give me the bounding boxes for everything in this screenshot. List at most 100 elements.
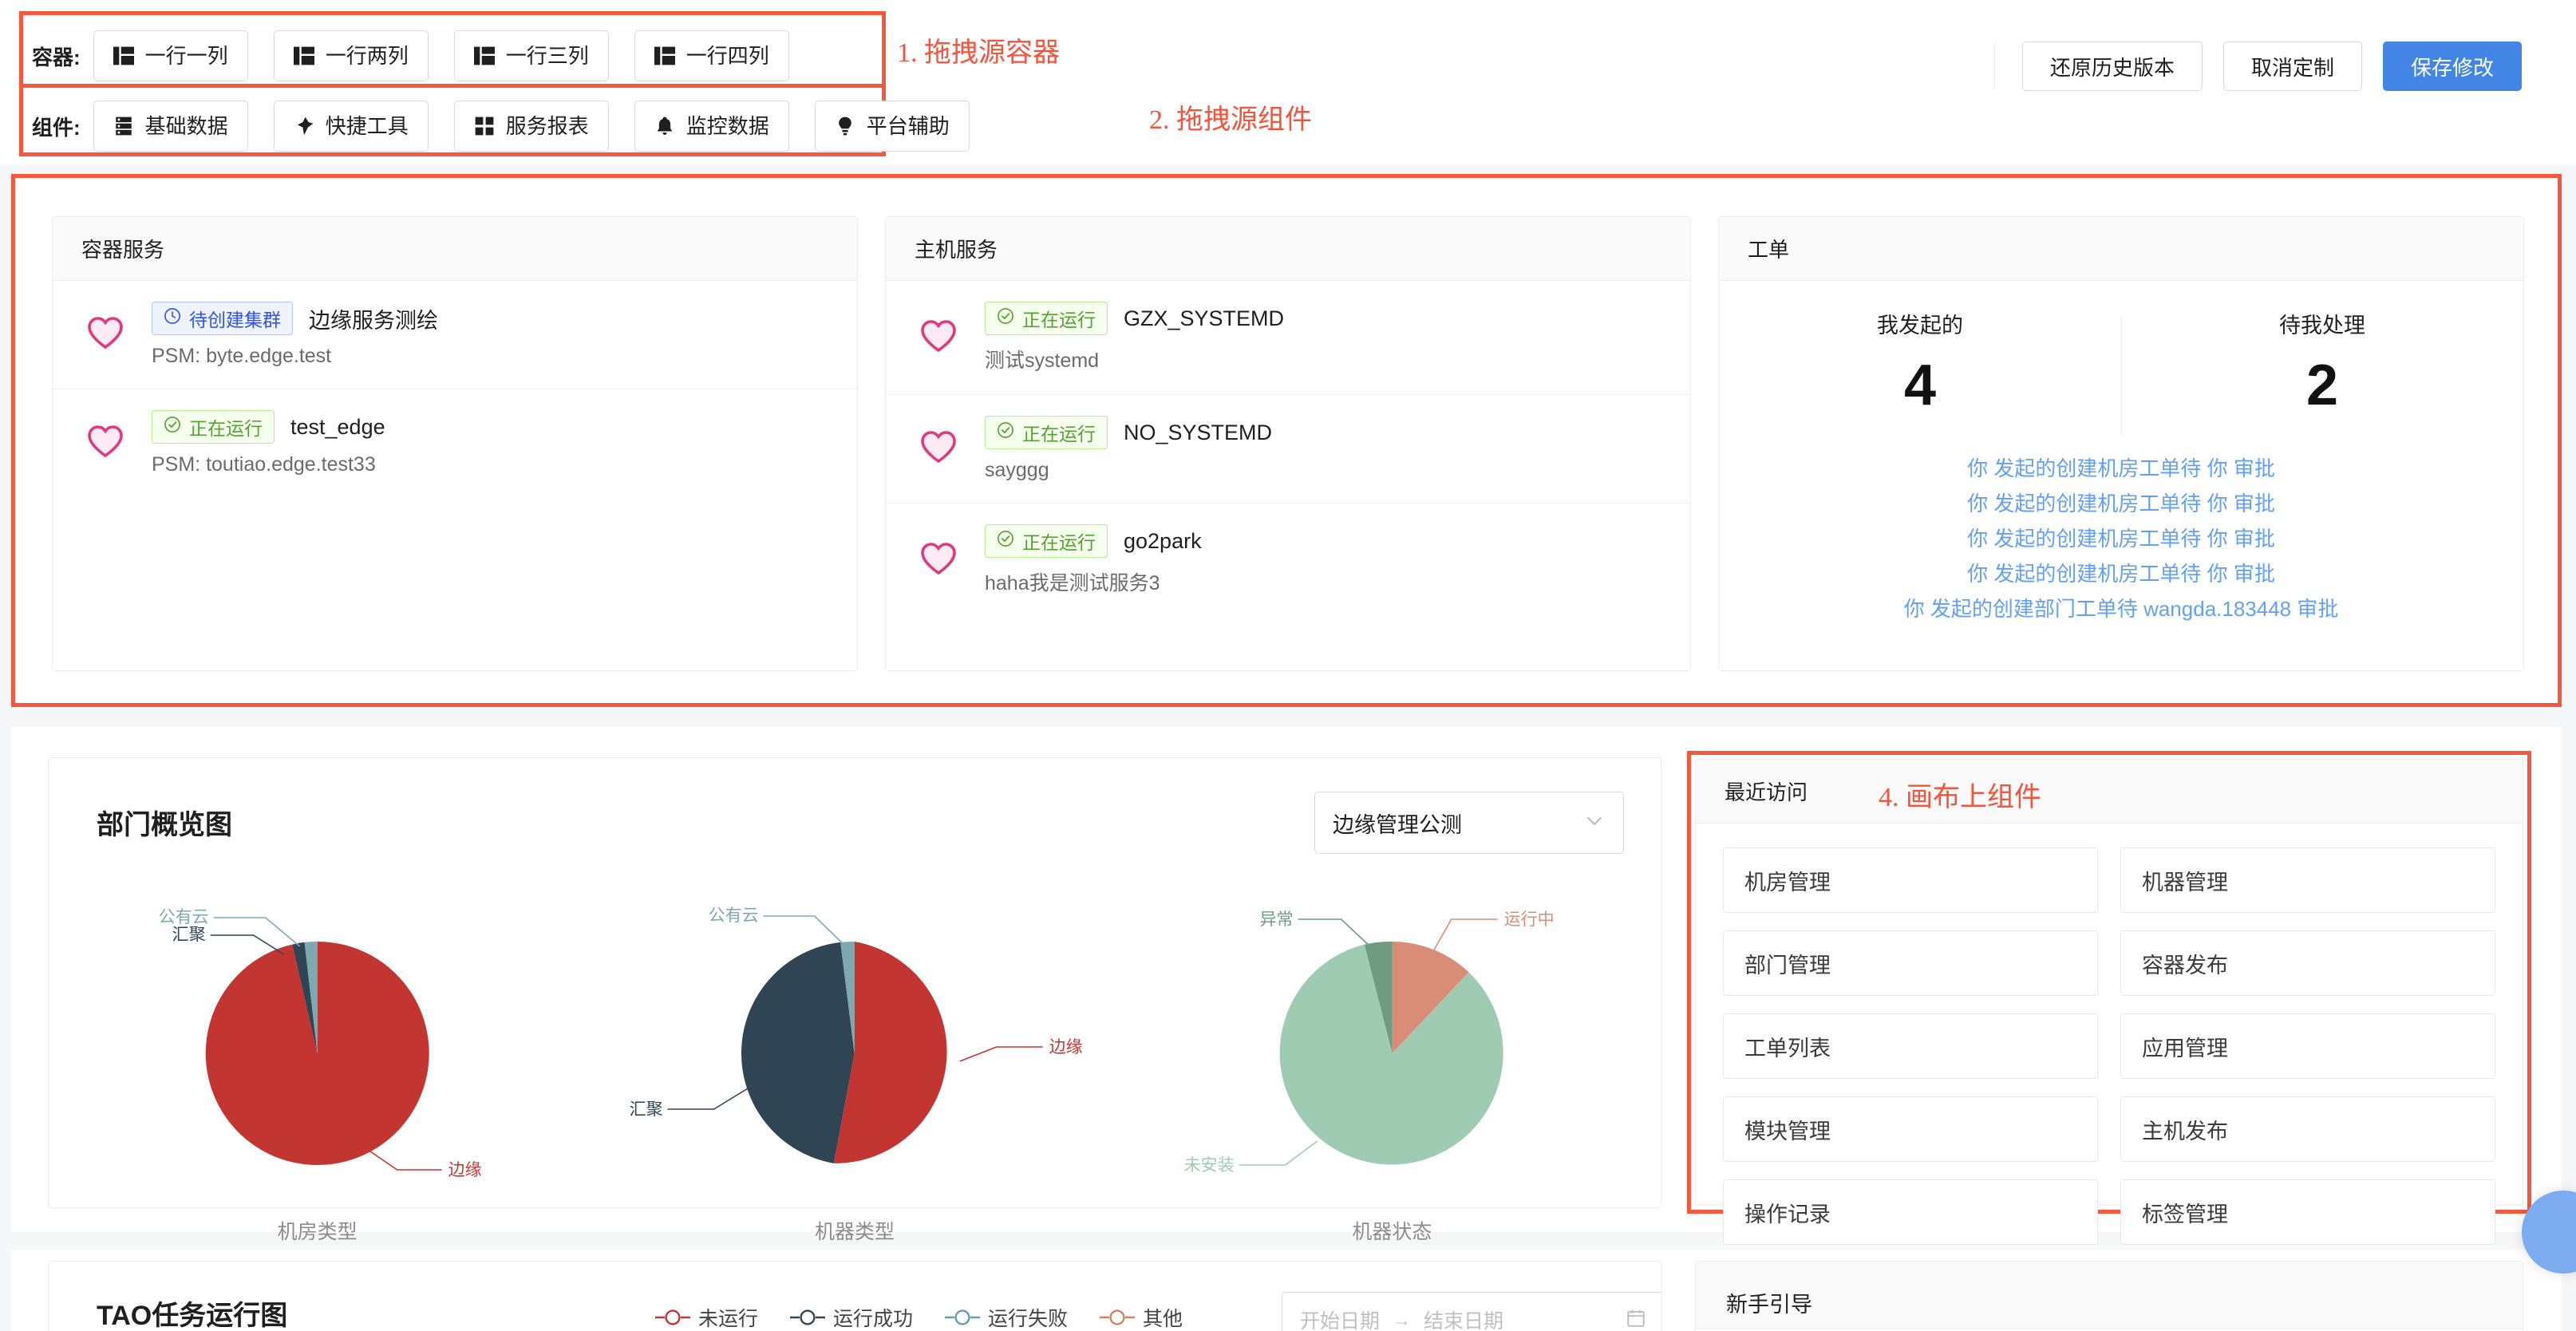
component-item-quick-tools[interactable]: 快捷工具 [273, 101, 429, 152]
component-item-basic-data[interactable]: 基础数据 [93, 101, 248, 152]
container-item-label: 一行四列 [685, 44, 769, 68]
recent-visit-item[interactable]: 部门管理 [1723, 930, 2098, 996]
cancel-customize-button[interactable]: 取消定制 [2222, 41, 2362, 91]
recent-visit-item[interactable]: 容器发布 [2120, 930, 2495, 996]
card-title: 最近访问 [1725, 780, 1808, 804]
work-order-stat-initiated[interactable]: 我发起的 4 [1719, 308, 2121, 414]
legend-item[interactable]: 运行失败 [945, 1303, 1068, 1331]
pie-label-publiccloud: 公有云 [159, 908, 209, 926]
status-badge-label: 正在运行 [189, 418, 263, 439]
heart-icon[interactable] [86, 424, 124, 463]
recent-visit-item[interactable]: 主机发布 [2120, 1096, 2495, 1162]
status-badge: 正在运行 [985, 524, 1108, 558]
recent-visit-item[interactable]: 工单列表 [1723, 1013, 2098, 1079]
host-service-card: 主机服务 正在运行 GZX_SYSTEMD 测试systemd 正在运行 NO_… [885, 216, 1691, 671]
component-item-platform-help[interactable]: 平台辅助 [814, 101, 970, 152]
service-name: GZX_SYSTEMD [1124, 306, 1285, 330]
chevron-down-icon [1583, 810, 1606, 836]
component-palette-label: 组件: [32, 115, 81, 140]
save-button[interactable]: 保存修改 [2382, 41, 2522, 91]
component-item-service-report[interactable]: 服务报表 [453, 101, 609, 152]
heart-icon[interactable] [919, 541, 958, 580]
heart-icon[interactable] [919, 429, 958, 468]
check-circle-icon [997, 421, 1014, 444]
layout-1col-icon [113, 45, 134, 66]
tao-task-card: TAO任务运行图 未运行 运行成功 运行失败 其他 开始日期 → 结束日期 [48, 1261, 1661, 1331]
status-badge-label: 待创建集群 [189, 310, 281, 330]
grid-icon [474, 116, 495, 136]
service-desc: PSM: byte.edge.test [152, 345, 332, 367]
legend-label: 运行成功 [833, 1308, 914, 1330]
work-order-link[interactable]: 你 发起的创建机房工单待 你 审批 [1719, 556, 2523, 591]
container-item-label: 一行一列 [144, 44, 228, 68]
component-item-label: 服务报表 [505, 114, 589, 138]
container-item-label: 一行两列 [325, 44, 409, 68]
component-item-monitor-data[interactable]: 监控数据 [634, 101, 789, 152]
pie-label-publiccloud: 公有云 [709, 906, 759, 925]
pie-label-edge: 边缘 [448, 1161, 482, 1179]
canvas-area: 3. 画布容器 容器服务 [0, 164, 2576, 1331]
pin-icon [294, 116, 314, 136]
recent-visit-item[interactable]: 模块管理 [1723, 1096, 2098, 1162]
container-item-3col[interactable]: 一行三列 [453, 30, 609, 81]
pie-label-aggregate: 汇聚 [630, 1100, 663, 1119]
card-header: 新手引导 [1696, 1262, 2523, 1329]
work-order-stat-pending[interactable]: 待我处理 2 [2121, 308, 2523, 436]
work-order-link[interactable]: 你 发起的创建机房工单待 你 审批 [1719, 521, 2523, 556]
start-date-input[interactable]: 开始日期 [1300, 1305, 1380, 1331]
recent-visit-item[interactable]: 机房管理 [1723, 847, 2098, 913]
work-order-link[interactable]: 你 发起的创建机房工单待 你 审批 [1719, 486, 2523, 521]
legend-item[interactable]: 运行成功 [790, 1303, 913, 1331]
service-desc: 测试systemd [985, 350, 1100, 372]
heart-icon[interactable] [86, 315, 124, 354]
list-item-content: 正在运行 go2park haha我是测试服务3 [985, 524, 1657, 596]
status-badge-label: 正在运行 [1022, 310, 1096, 330]
recent-visit-item[interactable]: 机器管理 [2120, 847, 2495, 913]
stat-value: 4 [1903, 353, 1937, 417]
list-item[interactable]: 正在运行 GZX_SYSTEMD 测试systemd [886, 281, 1690, 394]
work-order-link[interactable]: 你 发起的创建机房工单待 你 审批 [1719, 451, 2523, 486]
legend-item[interactable]: 其他 [1100, 1303, 1183, 1331]
annotation-2: 2. 拖拽源组件 [1149, 105, 1312, 135]
component-palette-row: 组件: 基础数据 快捷工具 服务报表 监控数据 平台辅助 [32, 101, 995, 152]
chart-caption: 机器类型 [814, 1221, 895, 1243]
card-body: 待创建集群 边缘服务测绘 PSM: byte.edge.test 正在运行 te… [53, 281, 857, 497]
chart-caption: 机器状态 [1352, 1221, 1432, 1243]
guide-card: 新手引导 [1695, 1261, 2523, 1331]
dept-select[interactable]: 边缘管理公测 [1314, 792, 1624, 854]
recent-visit-item[interactable]: 标签管理 [2120, 1179, 2495, 1245]
container-item-1col[interactable]: 一行一列 [93, 30, 248, 81]
service-desc: sayggg [985, 459, 1049, 481]
container-item-4col[interactable]: 一行四列 [634, 30, 789, 81]
pie-slice-aggregate [741, 942, 855, 1163]
date-range-picker[interactable]: 开始日期 → 结束日期 [1282, 1292, 1661, 1331]
legend-label: 运行失败 [988, 1308, 1069, 1330]
work-order-links: 你 发起的创建机房工单待 你 审批 你 发起的创建机房工单待 你 审批 你 发起… [1719, 414, 2523, 626]
recent-visit-item[interactable]: 操作记录 [1723, 1179, 2098, 1245]
legend-item[interactable]: 未运行 [655, 1303, 758, 1331]
canvas-row-2: 部门概览图 边缘管理公测 公有云 汇聚 边缘 机房类型 公有云 汇聚 边缘 机器… [11, 727, 2562, 1245]
list-item[interactable]: 正在运行 test_edge PSM: toutiao.edge.test33 [53, 389, 857, 497]
legend-label: 其他 [1143, 1308, 1183, 1330]
status-badge-label: 正在运行 [1022, 532, 1096, 553]
tao-legend: 未运行 运行成功 运行失败 其他 [655, 1303, 1183, 1331]
annotation-1: 1. 拖拽源容器 [897, 38, 1060, 68]
canvas-row-1: 3. 画布容器 容器服务 [11, 174, 2562, 707]
clock-icon [164, 307, 181, 330]
list-item[interactable]: 正在运行 NO_SYSTEMD sayggg [886, 394, 1690, 503]
container-item-2col[interactable]: 一行两列 [273, 30, 429, 81]
canvas-row-3: TAO任务运行图 未运行 运行成功 运行失败 其他 开始日期 → 结束日期 新手… [11, 1250, 2562, 1331]
component-item-label: 平台辅助 [866, 114, 950, 138]
recent-visits-card: 最近访问 机房管理 机器管理 部门管理 容器发布 工单列表 应用管理 模块管理 … [1695, 759, 2523, 1245]
card-header: 工单 [1719, 217, 2523, 281]
work-order-link[interactable]: 你 发起的创建部门工单待 wangda.183448 审批 [1719, 591, 2523, 626]
heart-icon[interactable] [919, 318, 958, 357]
list-item-content: 正在运行 GZX_SYSTEMD 测试systemd [985, 302, 1657, 373]
service-desc: haha我是测试服务3 [985, 572, 1160, 594]
recent-visit-item[interactable]: 应用管理 [2120, 1013, 2495, 1079]
restore-history-button[interactable]: 还原历史版本 [2021, 41, 2203, 91]
list-item[interactable]: 正在运行 go2park haha我是测试服务3 [886, 503, 1690, 617]
list-item[interactable]: 待创建集群 边缘服务测绘 PSM: byte.edge.test [53, 281, 857, 389]
end-date-input[interactable]: 结束日期 [1424, 1305, 1503, 1331]
status-badge: 待创建集群 [152, 302, 293, 335]
